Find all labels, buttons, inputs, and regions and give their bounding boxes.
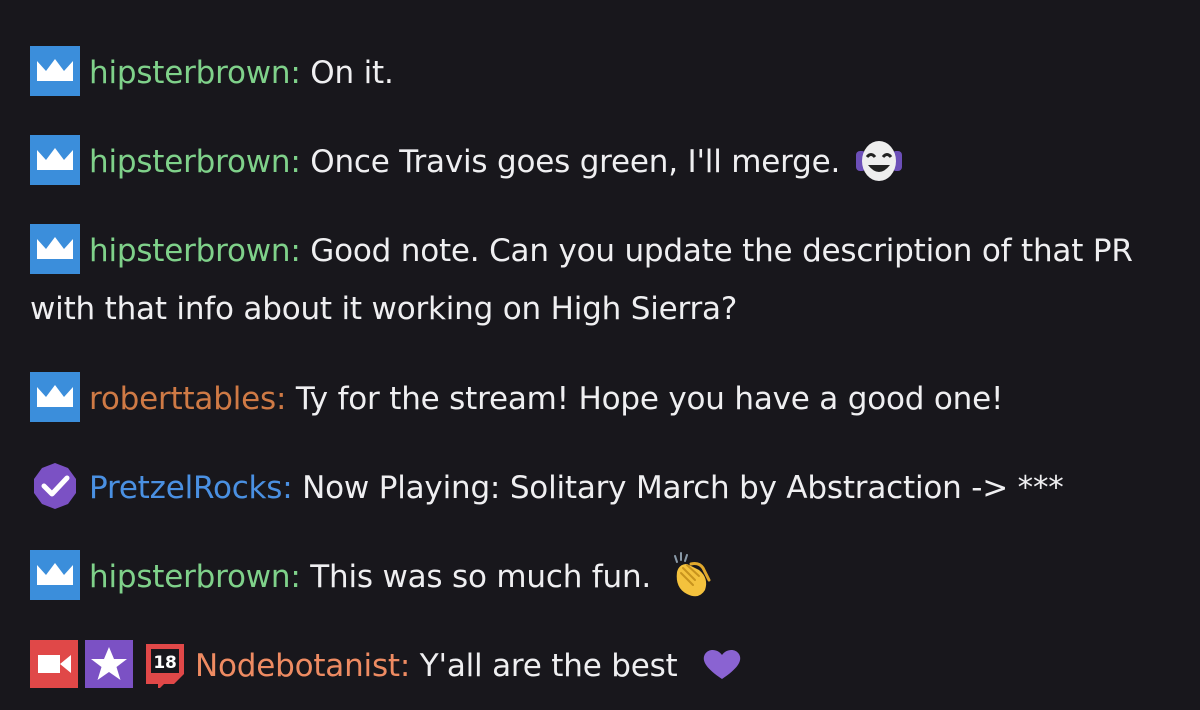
star-badge-icon[interactable] — [85, 640, 133, 688]
purple-heart-emoji-icon[interactable] — [697, 639, 747, 689]
chat-separator: : — [399, 648, 411, 684]
chat-separator: : — [290, 559, 301, 595]
chat-message: PretzelRocks: Now Playing: Solitary Marc… — [30, 460, 1170, 517]
crown-badge-icon[interactable] — [30, 372, 80, 422]
chat-username[interactable]: hipsterbrown — [89, 55, 291, 91]
chat-separator: : — [275, 381, 287, 417]
chat-message-text: Ty for the stream! Hope you have a good … — [286, 381, 1004, 417]
age-18-badge-icon[interactable]: 18 — [140, 640, 188, 688]
chat-separator: : — [290, 55, 301, 91]
video-camera-badge-icon[interactable] — [30, 640, 78, 688]
chat-message-text: Once Travis goes green, I'll merge. — [300, 144, 841, 180]
happy-mask-emote-icon[interactable] — [854, 135, 904, 185]
chat-username[interactable]: hipsterbrown — [89, 559, 291, 595]
chat-username[interactable]: Nodebotanist — [195, 648, 400, 684]
chat-separator: : — [290, 144, 301, 180]
chat-username[interactable]: roberttables — [89, 381, 276, 417]
crown-badge-icon[interactable] — [30, 550, 80, 600]
svg-text:18: 18 — [153, 653, 176, 673]
chat-separator: : — [282, 470, 293, 506]
chat-message: 18 Nodebotanist: Y'all are the best — [30, 638, 1170, 695]
chat-message: hipsterbrown: On it. — [30, 45, 1170, 102]
crown-badge-icon[interactable] — [30, 135, 80, 185]
chat-username[interactable]: hipsterbrown — [89, 144, 291, 180]
crown-badge-icon[interactable] — [30, 224, 80, 274]
clapping-hands-emoji-icon[interactable] — [665, 550, 715, 600]
chat-message-text: Y'all are the best — [410, 648, 678, 684]
chat-username[interactable]: hipsterbrown — [89, 233, 291, 269]
chat-message: hipsterbrown: Once Travis goes green, I'… — [30, 134, 1170, 191]
verified-bot-badge-icon[interactable] — [30, 461, 80, 511]
chat-message-text: On it. — [300, 55, 394, 91]
crown-badge-icon[interactable] — [30, 46, 80, 96]
chat-message: hipsterbrown: This was so much fun. — [30, 549, 1170, 606]
chat-message: roberttables: Ty for the stream! Hope yo… — [30, 371, 1170, 428]
chat-message-text: This was so much fun. — [300, 559, 652, 595]
chat-message-text: Now Playing: Solitary March by Abstracti… — [292, 470, 1064, 506]
chat-separator: : — [290, 233, 301, 269]
chat-message: hipsterbrown: Good note. Can you update … — [30, 222, 1170, 338]
chat-username[interactable]: PretzelRocks — [89, 470, 282, 506]
